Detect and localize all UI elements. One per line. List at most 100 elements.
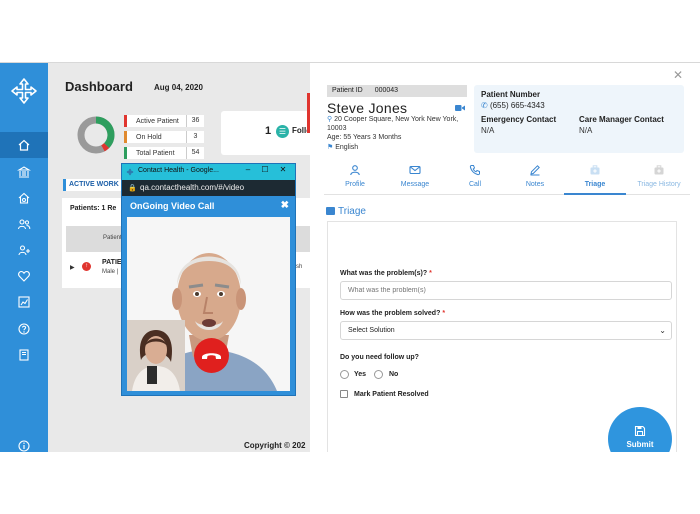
video-call-header: OnGoing Video Call ✖: [122, 196, 295, 217]
book-icon: [19, 349, 29, 361]
popup-window-title: Contact Health - Google...: [138, 167, 219, 174]
video-call-popup[interactable]: Contact Health - Google... – ☐ ✕ 🔒 qa.co…: [121, 163, 296, 396]
tab-call[interactable]: Call: [444, 159, 506, 195]
patient-address: ⚲ 20 Cooper Square, New York New York, 1…: [327, 115, 467, 133]
triage-briefcase-icon: [326, 207, 335, 216]
tab-triage[interactable]: Triage: [564, 159, 626, 195]
self-video: [127, 320, 185, 391]
emergency-contact-value: N/A: [481, 126, 495, 135]
chevron-down-icon: ⌄: [659, 326, 666, 335]
follow-up-yes-label: Yes: [354, 371, 367, 378]
close-window-icon[interactable]: ✕: [277, 165, 289, 174]
info-icon: [18, 440, 30, 452]
close-call-icon[interactable]: ✖: [281, 200, 289, 211]
solution-label: How was the problem solved? *: [340, 310, 445, 317]
solution-select[interactable]: Select Solution ⌄: [340, 321, 672, 340]
contact-info-box: Patient Number ✆ (655) 665-4343 Emergenc…: [474, 85, 684, 153]
maximize-icon[interactable]: ☐: [259, 165, 271, 174]
nav-settings[interactable]: [0, 185, 48, 211]
nav-facility[interactable]: [0, 159, 48, 185]
follow-up-no-radio[interactable]: [374, 370, 383, 379]
patient-id: Patient ID 000043: [327, 85, 467, 97]
follow-up-card[interactable]: 1 ☰ Follo: [221, 111, 313, 155]
tab-triage-history[interactable]: Triage History: [628, 159, 690, 195]
copyright: Copyright © 202: [244, 441, 306, 450]
contact-health-logo-icon: [126, 168, 134, 176]
resolved-label: Mark Patient Resolved: [354, 391, 429, 398]
resolved-checkbox[interactable]: [340, 390, 348, 398]
stat-on-hold[interactable]: On Hold 3: [124, 131, 204, 143]
tab-label: Triage: [584, 181, 606, 188]
stat-active-patient[interactable]: Active Patient 36: [124, 115, 204, 127]
tab-label: Notes: [525, 181, 545, 188]
follow-up-label: Do you need follow up?: [340, 354, 419, 361]
required-mark: *: [429, 270, 432, 277]
nav-reports[interactable]: [0, 289, 48, 315]
video-call-title: OnGoing Video Call: [130, 201, 215, 211]
briefcase-icon: [590, 165, 600, 175]
tab-message[interactable]: Message: [384, 159, 446, 195]
nav-add-user[interactable]: [0, 237, 48, 263]
phone-icon: ✆: [481, 101, 488, 110]
follow-up-yes-radio[interactable]: [340, 370, 349, 379]
nav-help[interactable]: [0, 316, 48, 342]
problem-label-text: What was the problem(s)?: [340, 270, 428, 277]
patient-tabs: Profile Message Call Notes Triage Triage…: [324, 159, 690, 195]
popup-url[interactable]: qa.contacthealth.com/#/video: [140, 183, 244, 192]
mail-icon: [409, 165, 421, 175]
chart-icon: [18, 296, 30, 308]
patient-address-text: 20 Cooper Square, New York New York, 100…: [327, 116, 459, 132]
problem-input[interactable]: [340, 281, 672, 300]
user-icon: [350, 165, 360, 176]
lock-icon: 🔒: [128, 185, 137, 192]
emergency-contact-label: Emergency Contact: [481, 115, 557, 124]
close-icon[interactable]: ✕: [673, 68, 683, 82]
solution-select-value: Select Solution: [348, 327, 395, 334]
add-user-icon: [18, 245, 30, 256]
nav-home[interactable]: [0, 132, 48, 158]
table-row-name[interactable]: PATIE: [102, 259, 122, 266]
patients-donut-chart: [77, 116, 115, 154]
tab-label: Triage History: [637, 181, 681, 188]
patient-phone[interactable]: ✆ (655) 665-4343: [481, 101, 545, 110]
tab-notes[interactable]: Notes: [504, 159, 566, 195]
tab-profile[interactable]: Profile: [324, 159, 386, 195]
patients-summary: Patients: 1 Re: [70, 205, 117, 212]
required-mark: *: [442, 310, 446, 317]
home-icon: [18, 139, 30, 151]
stat-value: 3: [186, 131, 204, 143]
patient-id-label: Patient ID: [332, 87, 363, 94]
popup-titlebar[interactable]: Contact Health - Google... – ☐ ✕: [122, 164, 295, 180]
patient-id-value: 000043: [374, 87, 399, 94]
bank-icon: [17, 166, 31, 178]
list-icon: ☰: [276, 125, 289, 138]
column-patient: Patient: [103, 235, 122, 241]
minimize-icon[interactable]: –: [242, 165, 254, 174]
hang-up-button[interactable]: [194, 338, 229, 373]
screen: Dashboard Aug 04, 2020 Active Patient 36…: [0, 62, 700, 452]
stat-value: 54: [186, 147, 204, 159]
active-work-label: ACTIVE WORK: [63, 179, 121, 191]
expand-row-icon[interactable]: ▶: [70, 264, 75, 271]
solution-label-text: How was the problem solved?: [340, 310, 441, 317]
video-camera-icon[interactable]: [455, 104, 465, 112]
nav-health[interactable]: [0, 263, 48, 289]
patient-number-label: Patient Number: [481, 90, 541, 99]
patient-language: ⚑ English: [327, 143, 358, 151]
stat-label: On Hold: [136, 133, 162, 141]
care-manager-value: N/A: [579, 126, 593, 135]
location-pin-icon: ⚲: [327, 116, 333, 123]
stat-total-patient[interactable]: Total Patient 54: [124, 147, 204, 159]
dashboard-date: Aug 04, 2020: [154, 83, 203, 92]
nav-users[interactable]: [0, 211, 48, 237]
care-manager-label: Care Manager Contact: [579, 115, 664, 124]
nav-info[interactable]: [0, 433, 48, 452]
popup-url-bar[interactable]: 🔒 qa.contacthealth.com/#/video: [122, 180, 295, 196]
follow-up-no-label: No: [389, 371, 399, 378]
tab-label: Message: [400, 181, 430, 188]
triage-heading-text: Triage: [338, 206, 366, 217]
nav-book[interactable]: [0, 342, 48, 368]
patient-language-text: English: [335, 144, 359, 151]
submit-label: Submit: [626, 440, 654, 449]
tab-label: Call: [468, 181, 482, 188]
